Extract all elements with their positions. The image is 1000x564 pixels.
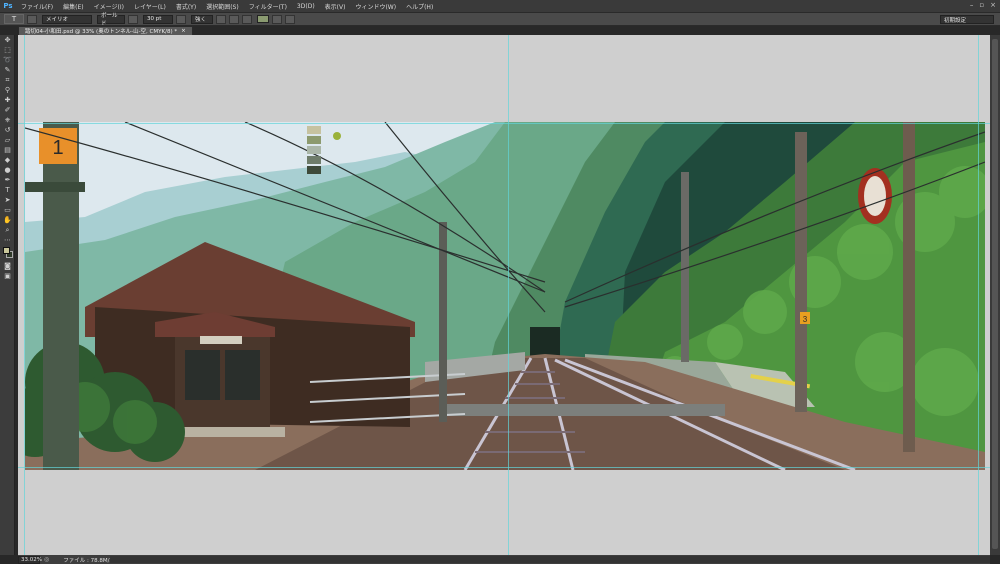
stamp-tool-icon[interactable]: ⎈ [0,115,15,125]
eraser-tool-icon[interactable]: ▱ [0,135,15,145]
quick-mask-icon[interactable]: ◙ [0,261,15,271]
menu-type[interactable]: 書式(Y) [171,2,201,11]
font-family-select[interactable]: メイリオ [42,14,92,24]
text-orientation-icon[interactable] [27,14,37,24]
left-pole-sign: 1 [52,137,63,159]
zoom-tool-icon[interactable]: ⌕ [0,225,15,235]
vertical-scrollbar[interactable] [990,35,1000,555]
menu-layer[interactable]: レイヤー(L) [129,2,171,11]
quick-select-tool-icon[interactable]: ✎ [0,65,15,75]
shape-tool-icon[interactable]: ▭ [0,205,15,215]
hand-tool-icon[interactable]: ✋ [0,215,15,225]
font-size-field[interactable]: 30 pt [143,14,173,24]
warp-text-icon[interactable] [272,14,282,24]
menu-select[interactable]: 選択範囲(S) [201,2,244,11]
menu-filter[interactable]: フィルター(T) [244,2,292,11]
font-style-select[interactable]: ボールド [97,13,125,27]
menu-edit[interactable]: 編集(E) [58,2,88,11]
menu-help[interactable]: ヘルプ(H) [401,2,438,11]
horizontal-scrollbar[interactable] [110,556,990,563]
healing-tool-icon[interactable]: ✚ [0,95,15,105]
maximize-button[interactable]: ▫ [979,1,984,9]
app-logo: Ps [3,2,13,10]
canvas-pasteboard[interactable]: 1 3 [18,35,990,555]
move-tool-icon[interactable]: ✥ [0,35,15,45]
font-size-icon [128,14,138,24]
artwork-canvas[interactable]: 1 3 [25,122,985,470]
gradient-tool-icon[interactable]: ▤ [0,145,15,155]
tool-preset-picker[interactable]: T [4,14,24,24]
color-swatches[interactable] [0,245,15,261]
document-title: 踏切04-小和田.psd @ 33% (奥のトンネル-山-空, CMYK/8) … [25,29,178,35]
options-bar: T メイリオ ボールド 30 pt 強く 初期設定 [0,12,1000,27]
screen-mode-icon[interactable]: ▣ [0,271,15,281]
guide-vertical[interactable] [508,35,509,555]
photoshop-window: Ps ファイル(F) 編集(E) イメージ(I) レイヤー(L) 書式(Y) 選… [0,0,1000,564]
menu-bar: Ps ファイル(F) 編集(E) イメージ(I) レイヤー(L) 書式(Y) 選… [0,0,1000,12]
brush-tool-icon[interactable]: ✐ [0,105,15,115]
align-left-icon[interactable] [216,14,226,24]
close-button[interactable]: × [990,1,996,9]
misc-tool-icon[interactable]: ⋯ [0,235,15,245]
lasso-tool-icon[interactable]: ➰ [0,55,15,65]
menu-image[interactable]: イメージ(I) [89,2,129,11]
menu-view[interactable]: 表示(V) [320,2,351,11]
guide-vertical[interactable] [978,35,979,555]
status-bar: 33.02% ◎ ファイル : 78.8M/2.77G [18,555,990,564]
window-controls: – ▫ × [970,1,996,9]
railway-illustration: 1 3 [25,122,985,470]
document-tab[interactable]: 踏切04-小和田.psd @ 33% (奥のトンネル-山-空, CMYK/8) … [18,26,193,35]
text-color-swatch[interactable] [257,15,269,23]
antialias-icon [176,14,186,24]
foreground-color-swatch[interactable] [3,247,10,254]
tools-panel: ✥ ⬚ ➰ ✎ ⌗ ⚲ ✚ ✐ ⎈ ↺ ▱ ▤ ◆ ● ✒ T ➤ ▭ ✋ ⌕ … [0,35,15,555]
character-panel-icon[interactable] [285,14,295,24]
guide-vertical[interactable] [24,35,25,555]
history-brush-tool-icon[interactable]: ↺ [0,125,15,135]
zoom-field[interactable]: 33.02% [18,555,42,564]
marquee-tool-icon[interactable]: ⬚ [0,45,15,55]
dodge-tool-icon[interactable]: ● [0,165,15,175]
status-export-icon[interactable]: ◎ [44,556,49,563]
align-right-icon[interactable] [242,14,252,24]
antialias-select[interactable]: 強く [191,14,213,24]
crop-tool-icon[interactable]: ⌗ [0,75,15,85]
workspace-select[interactable]: 初期設定 [940,15,994,24]
path-select-tool-icon[interactable]: ➤ [0,195,15,205]
right-pole-sign: 3 [803,315,808,324]
guide-horizontal[interactable] [18,123,990,124]
minimize-button[interactable]: – [970,1,974,9]
menu-3d[interactable]: 3D(D) [292,3,320,10]
type-tool-icon[interactable]: T [0,185,15,195]
align-center-icon[interactable] [229,14,239,24]
pen-tool-icon[interactable]: ✒ [0,175,15,185]
blur-tool-icon[interactable]: ◆ [0,155,15,165]
vertical-scrollbar-thumb[interactable] [992,39,998,549]
menu-window[interactable]: ウィンドウ(W) [350,2,401,11]
menu-file[interactable]: ファイル(F) [16,2,58,11]
eyedropper-tool-icon[interactable]: ⚲ [0,85,15,95]
close-tab-icon[interactable]: × [181,28,186,34]
guide-horizontal[interactable] [18,467,990,468]
